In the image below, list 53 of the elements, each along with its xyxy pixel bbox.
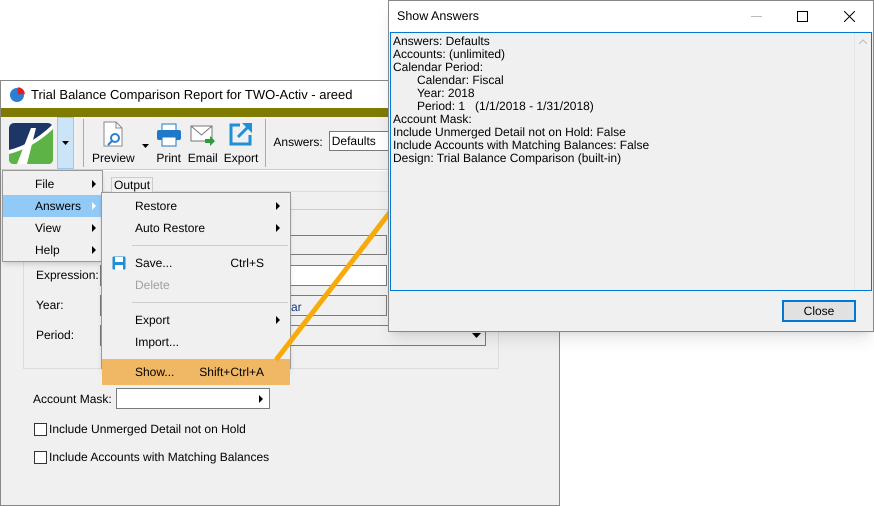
text-line: Year: 2018: [416, 87, 476, 100]
caret-icon[interactable]: [142, 144, 149, 148]
text-line: Period: 1 (1/1/2018 - 1/31/2018): [416, 100, 595, 113]
menu-item[interactable]: Answers: [3, 195, 102, 217]
close-button[interactable]: Close: [782, 300, 856, 322]
maximize-icon[interactable]: [797, 11, 808, 22]
toolbar-button[interactable]: Print: [152, 117, 185, 169]
menu-item[interactable]: Export: [102, 309, 290, 331]
text-line: Calendar Period:: [393, 61, 484, 74]
window-title: Trial Balance Comparison Report for TWO-Activ - areed: [31, 86, 352, 104]
field-label: Year:: [36, 297, 65, 314]
document-magnifier-icon: [101, 121, 126, 147]
text-line: Accounts: (unlimited): [393, 48, 506, 61]
checkbox-label: Include Unmerged Detail not on Hold: [49, 421, 246, 438]
field-label: Period:: [36, 327, 76, 344]
printer-icon: [156, 123, 182, 147]
tab[interactable]: Output: [111, 177, 154, 193]
checkbox[interactable]: [34, 450, 47, 464]
text-line: Calendar: Fiscal: [416, 74, 505, 87]
menu-item[interactable]: Restore: [102, 195, 290, 217]
caret-right-icon: [258, 394, 263, 402]
field-label: Expression:: [36, 267, 100, 284]
menu-item[interactable]: Auto Restore: [102, 217, 290, 239]
answers-text-area[interactable]: [390, 32, 872, 291]
text-line: Answers: Defaults: [393, 35, 491, 48]
account-mask-field[interactable]: [116, 388, 270, 409]
menu-item[interactable]: Help: [3, 239, 102, 261]
menu-item[interactable]: Show... Shift+Ctrl+A: [102, 359, 290, 385]
pie-chart-icon: [9, 86, 25, 102]
toolbar-button[interactable]: Preview: [89, 117, 138, 169]
answers-label: Answers:: [273, 134, 323, 151]
checkbox[interactable]: [34, 422, 47, 436]
toolbar-button[interactable]: Email: [184, 117, 221, 169]
text-line: Design: Trial Balance Comparison (built-in): [393, 152, 622, 165]
menu-item: Delete: [134, 277, 171, 294]
close-icon[interactable]: [844, 11, 855, 22]
menu-item[interactable]: Import...: [102, 331, 290, 353]
menu-item[interactable]: Save... Ctrl+S: [102, 252, 290, 274]
checkbox-label: Include Accounts with Matching Balances: [49, 449, 270, 466]
toolbar-button[interactable]: Export: [220, 117, 262, 169]
menu-item[interactable]: File: [3, 173, 102, 195]
submenu-arrow-icon: [92, 202, 96, 210]
export-icon: [228, 121, 254, 147]
field-label: Account Mask:: [33, 390, 112, 408]
submenu-arrow-icon: [92, 224, 96, 232]
caret-icon: [62, 141, 69, 145]
text-line: Account Mask:: [393, 113, 473, 126]
submenu-arrow-icon: [92, 180, 96, 188]
submenu-arrow-icon: [92, 246, 96, 254]
field-value: ar: [291, 298, 302, 316]
dialog-title: Show Answers: [397, 8, 480, 26]
menu-item[interactable]: View: [3, 217, 102, 239]
envelope-icon: [190, 123, 216, 147]
